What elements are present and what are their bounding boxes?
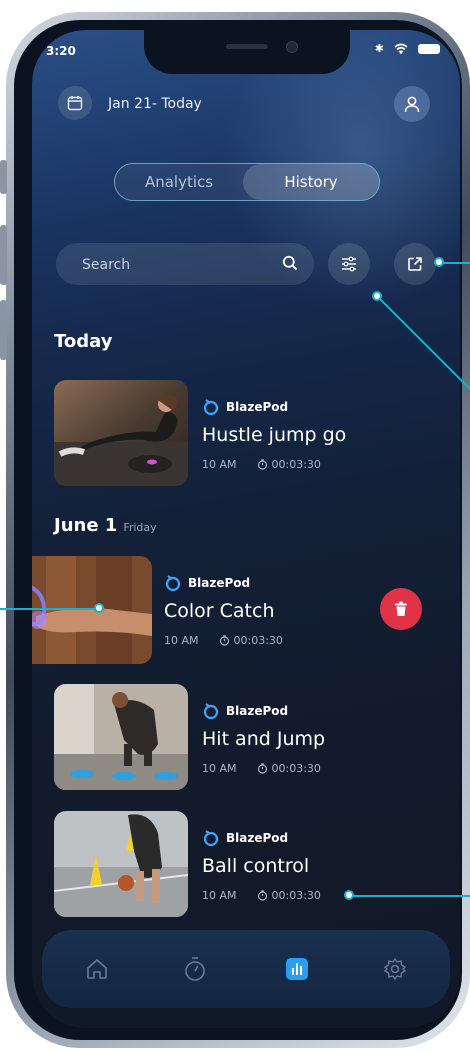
brand-label: BlazePod [164, 574, 250, 592]
workout-thumbnail [54, 684, 188, 790]
callout-dot [94, 603, 104, 613]
workout-duration: 00:03:30 [271, 762, 321, 775]
profile-button[interactable] [394, 86, 430, 122]
blazepod-logo-icon [203, 703, 219, 720]
tab-timer[interactable] [178, 952, 212, 986]
section-today: Today [54, 331, 113, 352]
workout-time: 10 AM [202, 458, 237, 471]
workout-duration: 00:03:30 [233, 634, 283, 647]
filter-button[interactable] [328, 243, 370, 285]
workout-duration: 00:03:30 [271, 458, 321, 471]
user-icon [404, 96, 420, 113]
workout-meta: 10 AM 00:03:30 [202, 762, 321, 775]
brand-label: BlazePod [202, 398, 288, 416]
volume-down-button [0, 300, 7, 360]
workout-card[interactable]: BlazePod Ball control 10 AM 00:03:30 [32, 811, 460, 921]
workout-thumbnail [54, 380, 188, 486]
volume-up-button [0, 225, 7, 285]
timer-icon [185, 957, 205, 981]
workout-title: Hustle jump go [202, 424, 347, 446]
trash-icon [395, 601, 407, 616]
workout-meta: 10 AM 00:03:30 [164, 634, 283, 647]
workout-meta: 10 AM 00:03:30 [202, 889, 321, 902]
blazepod-logo-icon [165, 575, 181, 592]
notch [144, 30, 350, 74]
mute-switch [0, 160, 7, 194]
wifi-icon [394, 43, 408, 54]
external-link-icon [408, 257, 422, 271]
settings-icon [383, 957, 407, 981]
stopwatch-icon [219, 635, 229, 646]
workout-duration: 00:03:30 [271, 889, 321, 902]
workout-thumbnail [54, 811, 188, 917]
workout-title: Hit and Jump [202, 728, 326, 750]
callout-dot [434, 257, 444, 267]
view-toggle: Analytics History [114, 163, 380, 201]
callout-line [350, 895, 470, 897]
workout-thumbnail [32, 556, 152, 664]
tab-settings[interactable] [378, 952, 412, 986]
date-range[interactable]: Jan 21- Today [108, 96, 202, 112]
search-icon[interactable] [282, 255, 298, 271]
blazepod-logo-icon [203, 830, 219, 847]
app-screen: 3:20 ✱ Jan 21- Today Analytics History S… [32, 30, 460, 1028]
workout-time: 10 AM [202, 762, 237, 775]
delete-button[interactable] [380, 588, 422, 630]
tab-history[interactable]: History [243, 164, 379, 200]
section-weekday: Friday [123, 521, 157, 534]
battery-icon [418, 43, 440, 54]
workout-card[interactable]: BlazePod Hustle jump go 10 AM 00:03:30 [32, 380, 460, 490]
workout-title: Ball control [202, 855, 310, 877]
brand-label: BlazePod [202, 829, 288, 847]
tab-analytics[interactable]: Analytics [115, 164, 243, 200]
stopwatch-icon [257, 890, 267, 901]
sliders-icon [342, 256, 356, 272]
workout-card[interactable]: BlazePod Hit and Jump 10 AM 00:03:30 [32, 684, 460, 794]
calendar-button[interactable] [58, 86, 92, 120]
callout-line [440, 262, 470, 264]
stopwatch-icon [257, 763, 267, 774]
share-button[interactable] [394, 243, 436, 285]
section-june-1: June 1 Friday [54, 515, 157, 536]
brand-label: BlazePod [202, 702, 288, 720]
camera-icon [286, 41, 298, 53]
stopwatch-icon [257, 459, 267, 470]
search-bar [56, 243, 314, 287]
bottom-tab-bar [42, 930, 450, 1008]
callout-line [0, 608, 98, 610]
status-time: 3:20 [46, 44, 76, 58]
calendar-icon [67, 96, 83, 111]
tab-stats[interactable] [280, 952, 314, 986]
workout-time: 10 AM [164, 634, 199, 647]
home-icon [87, 958, 107, 979]
callout-dot [372, 291, 382, 301]
workout-time: 10 AM [202, 889, 237, 902]
search-input[interactable] [80, 243, 274, 287]
bluetooth-icon: ✱ [374, 42, 384, 55]
blazepod-logo-icon [203, 399, 219, 416]
tab-home[interactable] [80, 952, 114, 986]
workout-title: Color Catch [164, 600, 275, 622]
stats-icon [286, 958, 308, 980]
callout-dot [344, 890, 354, 900]
status-icons: ✱ [375, 42, 440, 55]
workout-meta: 10 AM 00:03:30 [202, 458, 321, 471]
